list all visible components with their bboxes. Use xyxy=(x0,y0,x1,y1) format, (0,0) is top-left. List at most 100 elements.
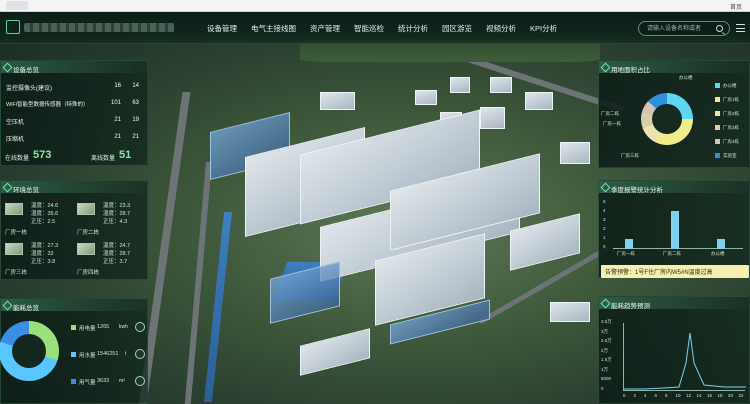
online-value: 573 xyxy=(33,149,52,161)
panel-title: 季度报警统计分析 xyxy=(599,181,749,194)
alarm-bar[interactable] xyxy=(671,210,679,249)
device-count-b: 21 xyxy=(132,134,139,140)
legend-swatch xyxy=(71,352,76,357)
small-building[interactable] xyxy=(415,90,437,105)
small-building[interactable] xyxy=(560,142,590,164)
env-humidity: 湿度：35.6 xyxy=(31,211,59,217)
top-header: 设备管理 电气主接线图 资产管理 智能巡检 统计分析 园区游览 视频分析 KPI… xyxy=(0,12,750,44)
nav-video-analysis[interactable]: 视频分析 xyxy=(479,23,523,34)
small-building[interactable] xyxy=(480,107,505,129)
offline-value: 51 xyxy=(119,149,132,161)
trend-plot[interactable] xyxy=(623,323,746,391)
canal xyxy=(204,212,232,402)
y-tick-label: 5 xyxy=(603,199,606,204)
panel-title: 能耗趋势预测 xyxy=(599,297,749,310)
x-tick-label: 12 xyxy=(686,393,692,398)
logo-icon xyxy=(6,20,20,34)
legend-swatch xyxy=(715,153,720,158)
y-tick-label: 3.5万 xyxy=(601,319,612,324)
device-count-a: 21 xyxy=(114,117,121,123)
gas-icon xyxy=(135,376,145,386)
trend-y-axis: 3.5万 3万 2.5万 2万 1.5万 1万 5000 0 xyxy=(601,319,621,393)
nav-kpi-analysis[interactable]: KPI分析 xyxy=(523,23,564,34)
env-humidity: 湿度：28.7 xyxy=(103,211,131,217)
energy-value: 3633 xyxy=(97,378,110,384)
nav-device-management[interactable]: 设备管理 xyxy=(200,23,244,34)
y-tick-label: 4 xyxy=(603,208,606,213)
y-tick-label: 1.5万 xyxy=(601,357,612,362)
x-tick-label: 0 xyxy=(623,393,626,398)
x-tick-label: 14 xyxy=(696,393,702,398)
search-icon[interactable] xyxy=(716,25,723,32)
alarm-alert-banner[interactable]: 告警预警：1号F住厂房内W5#N温度过高 xyxy=(601,265,749,278)
y-tick-label: 2.5万 xyxy=(601,338,612,343)
small-building[interactable] xyxy=(320,92,355,110)
energy-label: 用电量 xyxy=(79,326,96,332)
y-tick-label: 2万 xyxy=(601,347,609,353)
device-count-a: 21 xyxy=(114,134,121,140)
usage-donut-chart[interactable] xyxy=(641,93,693,145)
small-building[interactable] xyxy=(300,328,370,376)
x-tick-label: 2 xyxy=(633,393,637,398)
energy-label: 用水量 xyxy=(79,353,96,359)
device-count-a: 101 xyxy=(110,100,121,106)
device-count-a: 16 xyxy=(114,83,121,89)
lab-building[interactable] xyxy=(510,213,580,271)
alarm-bar-plot[interactable] xyxy=(613,201,743,249)
energy-unit: kwh xyxy=(119,324,128,330)
alarm-stats-panel: 季度报警统计分析 5 4 3 2 1 0 厂房一栋 厂房二栋 办公楼 告警预警：1号F住厂… xyxy=(598,180,750,278)
browser-tab[interactable] xyxy=(6,1,28,10)
glass-building[interactable] xyxy=(270,261,340,324)
browser-tab-label[interactable]: 首页 xyxy=(730,2,742,11)
energy-donut-chart[interactable] xyxy=(0,321,59,381)
small-building[interactable] xyxy=(450,77,470,93)
callout: 厂房一栋 xyxy=(603,121,621,126)
nav-wiring-diagram[interactable]: 电气主接线图 xyxy=(244,23,303,34)
legend-swatch xyxy=(715,97,720,102)
legend-label: 实验室 xyxy=(723,153,737,158)
menu-icon[interactable] xyxy=(736,24,745,32)
env-pressure: 正压：4.3 xyxy=(103,219,128,225)
building-icon xyxy=(77,203,95,215)
nav-park-tour[interactable]: 园区游览 xyxy=(435,23,479,34)
env-building-name: 厂房一栋 xyxy=(5,230,28,236)
nav-smart-inspection[interactable]: 智能巡检 xyxy=(347,23,391,34)
alarm-bar[interactable] xyxy=(717,239,725,249)
nav-statistics[interactable]: 统计分析 xyxy=(391,23,435,34)
env-temp: 温度：24.7 xyxy=(103,243,131,249)
legend-swatch xyxy=(71,379,76,384)
app-title-blurred xyxy=(24,23,174,32)
panel-title: 能耗总览 xyxy=(1,299,147,312)
y-tick-label: 0 xyxy=(601,385,604,391)
env-temp: 温度：24.6 xyxy=(31,203,59,209)
energy-value: 1546251 xyxy=(97,351,119,357)
env-pressure: 正压：3.8 xyxy=(31,259,56,265)
energy-unit: t xyxy=(125,351,127,357)
legend-label: 办公楼 xyxy=(723,83,737,88)
x-tick-label: 厂房二栋 xyxy=(663,251,681,256)
legend-swatch xyxy=(715,139,720,144)
trend-line xyxy=(624,332,746,390)
energy-unit: m³ xyxy=(119,378,125,384)
small-building[interactable] xyxy=(490,77,512,93)
water-icon xyxy=(135,349,145,359)
legend-swatch xyxy=(715,111,720,116)
x-tick-label: 16 xyxy=(707,393,713,398)
x-tick-label: 6 xyxy=(654,393,658,398)
nav-asset-management[interactable]: 资产管理 xyxy=(303,23,347,34)
main-nav: 设备管理 电气主接线图 资产管理 智能巡检 统计分析 园区游览 视频分析 KPI… xyxy=(200,12,564,44)
small-building[interactable] xyxy=(525,92,553,110)
x-tick-label: 4 xyxy=(644,393,647,398)
trend-side-labels xyxy=(735,321,749,391)
search-input[interactable] xyxy=(647,24,717,34)
y-tick-label: 5000 xyxy=(601,376,612,381)
alarm-bar[interactable] xyxy=(625,239,633,249)
legend-label: 厂房3栋 xyxy=(723,125,740,130)
legend-swatch xyxy=(71,325,76,330)
device-row-label: 监控摄像头(建议) xyxy=(6,86,52,92)
legend-label: 厂房1栋 xyxy=(723,97,740,102)
legend-swatch xyxy=(715,83,720,88)
device-count-b: 63 xyxy=(132,100,139,106)
small-building[interactable] xyxy=(550,302,590,322)
device-count-b: 19 xyxy=(132,117,139,123)
